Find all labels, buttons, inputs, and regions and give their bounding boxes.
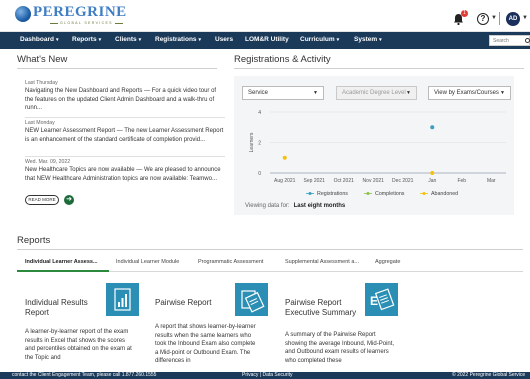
tab-individual-learner-module[interactable]: Individual Learner Module	[116, 259, 179, 265]
tab-programmatic-assessment[interactable]: Programmatic Assessment	[198, 259, 263, 265]
news-text[interactable]: New Healthcare Topics are now available …	[25, 166, 225, 183]
y-tick-label: 4	[258, 110, 261, 116]
news-text[interactable]: NEW Learner Assessment Report — The new …	[25, 127, 225, 144]
x-tick-label: Mar	[487, 178, 496, 184]
nav-users[interactable]: Users	[215, 36, 233, 43]
x-tick-label: Aug 2021	[274, 178, 296, 184]
y-tick-label: 2	[258, 141, 261, 147]
viewing-data-value: Last eight months	[293, 203, 346, 209]
nav-system[interactable]: System ▾	[354, 36, 382, 43]
help-icon[interactable]: ?	[477, 13, 489, 25]
x-tick-label: Feb	[457, 178, 466, 184]
chevron-down-icon: ▼	[500, 90, 505, 96]
report-card-title[interactable]: Pairwise Report Executive Summary	[285, 298, 365, 318]
whats-new-divider	[17, 68, 217, 69]
main-navigation: Dashboard ▾ Reports ▾ Clients ▾ Registratio…	[0, 32, 530, 49]
reports-title: Reports	[17, 235, 51, 246]
report-tabs: Individual Learner Assess... Individual …	[17, 252, 523, 272]
tab-supplemental-assessment[interactable]: Supplemental Assessment a...	[285, 259, 359, 265]
data-point-registrations	[430, 125, 435, 130]
news-date: Wed. Mar. 09, 2022	[25, 159, 71, 165]
activity-title: Registrations & Activity	[234, 54, 331, 65]
reports-divider	[17, 249, 523, 250]
x-tick-label: Nov 2021	[363, 178, 385, 184]
x-tick-label: Dec 2021	[392, 178, 414, 184]
y-axis-label: Learners	[249, 132, 255, 152]
whats-new-title: What's New	[17, 54, 68, 65]
footer-contact-text: contact the Client Engagement Team, plea…	[12, 372, 157, 378]
activity-chart: 0 2 4 Learners Aug 2021 Sep 2021 Oct 2021 Nov 2…	[249, 110, 506, 197]
data-point-abandoned	[430, 171, 435, 175]
chevron-down-icon: ▾	[198, 37, 202, 43]
tab-aggregate[interactable]: Aggregate	[375, 259, 400, 265]
x-tick-label: Sep 2021	[304, 178, 326, 184]
peregrine-globe-logo-icon[interactable]	[15, 6, 31, 22]
arrow-right-icon[interactable]: ➜	[64, 195, 74, 205]
news-date: Last Thursday	[25, 80, 58, 86]
nav-dashboard[interactable]: Dashboard ▾	[20, 36, 58, 43]
legend-marker-registrations	[308, 192, 312, 195]
news-date: Last Monday	[25, 120, 55, 126]
footer-copyright: © 2022 Peregrine Global Service	[452, 372, 526, 378]
header-divider	[499, 12, 500, 25]
pairwise-report-icon[interactable]	[235, 283, 268, 316]
news-text[interactable]: Navigating the New Dashboard and Reports…	[25, 87, 225, 113]
nav-registrations[interactable]: Registrations ▾	[155, 36, 201, 43]
footer-links[interactable]: Privacy | Data Security	[242, 372, 292, 379]
x-tick-label: Jan	[428, 178, 436, 184]
chevron-down-icon: ▾	[138, 37, 142, 43]
report-card-title[interactable]: Individual Results Report	[25, 298, 95, 318]
active-tab-indicator	[17, 270, 109, 272]
chevron-down-icon: ▼	[313, 90, 318, 96]
user-menu-chevron-down-icon[interactable]: ▼	[522, 15, 528, 21]
nav-curriculum[interactable]: Curriculum ▾	[300, 36, 339, 43]
legend-label-abandoned: Abandoned	[431, 191, 458, 197]
news-item[interactable]: Wed. Mar. 09, 2022 New Healthcare Topics…	[25, 159, 225, 183]
chevron-down-icon: ▾	[336, 37, 340, 43]
nav-reports[interactable]: Reports ▾	[72, 36, 101, 43]
legend-label-completions: Completions	[375, 191, 405, 197]
report-card-pairwise-executive-summary[interactable]: Pairwise Report Executive Summary A summ…	[277, 283, 398, 372]
tab-individual-learner-assessment[interactable]: Individual Learner Assess...	[25, 259, 98, 265]
brand-tagline: GLOBAL SERVICES	[48, 21, 125, 25]
excel-report-icon[interactable]	[106, 283, 139, 316]
chevron-down-icon: ▾	[98, 37, 102, 43]
footer-bar: contact the Client Engagement Team, plea…	[0, 372, 530, 379]
chevron-down-icon: ▾	[55, 37, 59, 43]
activity-divider	[234, 68, 524, 69]
viewing-data-label: Viewing data for: Last eight months	[245, 203, 346, 209]
chevron-down-icon: ▾	[379, 37, 382, 43]
legend-marker-abandoned	[422, 192, 426, 195]
report-card-title[interactable]: Pairwise Report	[155, 298, 235, 308]
y-tick-label: 0	[258, 171, 261, 177]
legend-marker-completions	[366, 192, 370, 195]
user-avatar[interactable]: AD	[506, 12, 520, 26]
news-divider	[25, 156, 225, 157]
nav-clients[interactable]: Clients ▾	[115, 36, 141, 43]
news-item[interactable]: Last Monday NEW Learner Assessment Repor…	[25, 120, 225, 144]
executive-summary-icon[interactable]: E	[365, 283, 398, 316]
news-divider	[25, 117, 225, 118]
notification-count-badge: 1	[461, 10, 468, 17]
nav-lomr-utility[interactable]: LOM&R Utility	[245, 36, 289, 43]
help-chevron-down-icon[interactable]: ▼	[491, 15, 497, 21]
report-card-individual-results[interactable]: Individual Results Report A learner-by-l…	[17, 283, 142, 372]
service-filter-dropdown[interactable]: Service ▼	[242, 86, 324, 100]
data-point-abandoned	[282, 155, 287, 160]
read-more-button[interactable]: READ MORE	[25, 195, 59, 205]
legend-label-registrations: Registrations	[317, 191, 348, 197]
search-icon[interactable]	[525, 38, 530, 43]
search-input[interactable]: Search	[489, 35, 530, 46]
chevron-down-icon: ▼	[406, 90, 411, 96]
report-card-description: A learner-by-learner report of the exam …	[25, 329, 132, 361]
report-card-description: A report that shows learner-by-learner r…	[155, 324, 256, 365]
x-tick-label: Oct 2021	[334, 178, 355, 184]
report-card-description: A summary of the Pairwise Report showing…	[285, 332, 395, 364]
news-item[interactable]: Last Thursday Navigating the New Dashboa…	[25, 80, 225, 113]
top-header: PEREGRINE GLOBAL SERVICES 1 ? ▼ AD ▼	[0, 0, 530, 32]
view-by-dropdown[interactable]: View by Exams/Courses ▼	[428, 86, 511, 100]
brand-name[interactable]: PEREGRINE	[33, 4, 127, 21]
degree-level-filter-dropdown[interactable]: Academic Degree Level ▼	[336, 86, 417, 100]
report-card-pairwise[interactable]: Pairwise Report A report that shows lear…	[148, 283, 268, 372]
